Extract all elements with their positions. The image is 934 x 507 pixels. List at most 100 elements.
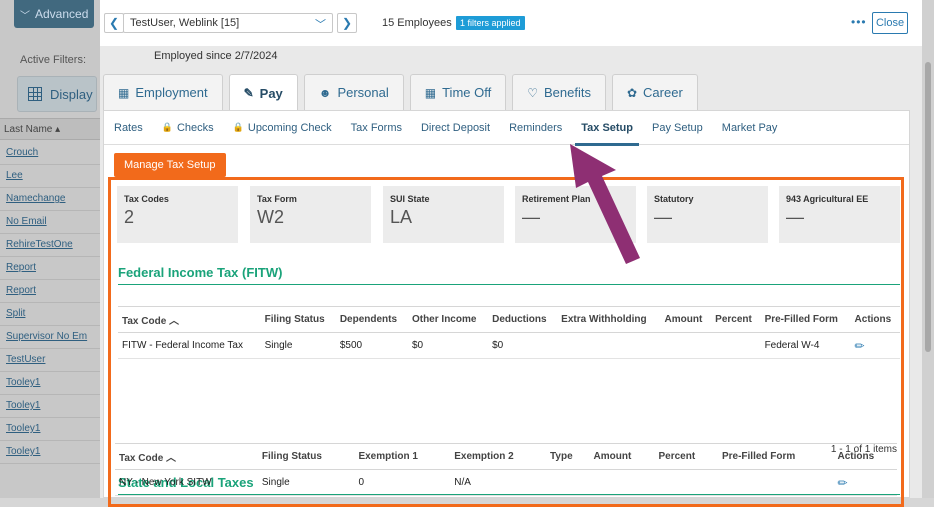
person-icon: ☻: [318, 85, 332, 100]
summary-card-sui-state: SUI State LA: [383, 186, 504, 243]
employee-detail-modal: ❮ TestUser, Weblink [15] ﹀ ❯ 15 Employee…: [100, 0, 922, 507]
col-percent: Percent: [711, 306, 761, 333]
fitw-table: Tax Code ︿ Filing Status Dependents Othe…: [118, 306, 900, 359]
subtab-label: Tax Forms: [350, 121, 402, 134]
employee-link[interactable]: TestUser: [0, 349, 100, 372]
tab-employment[interactable]: ▦ Employment: [103, 74, 223, 110]
employee-list: Crouch Lee Namechange No Email RehireTes…: [0, 142, 100, 464]
advanced-label: Advanced: [35, 7, 89, 21]
state-table: Tax Code ︿ Filing Status Exemption 1 Exe…: [115, 443, 897, 496]
manage-tax-setup-button[interactable]: Manage Tax Setup: [114, 153, 226, 177]
subtab-checks[interactable]: 🔒 Checks: [162, 111, 214, 145]
tab-label: Benefits: [543, 85, 591, 100]
employee-link[interactable]: Split: [0, 303, 100, 326]
tab-label: Pay: [259, 85, 283, 101]
federal-w4-link[interactable]: Federal W-4: [760, 332, 851, 359]
tab-label: Career: [643, 85, 683, 100]
cell-percent: [654, 469, 718, 496]
employee-count: 15 Employees: [382, 17, 452, 29]
pay-tab-content: Rates 🔒 Checks 🔒 Upcoming Check Tax Forms …: [103, 110, 910, 507]
col-tax-code[interactable]: Tax Code ︿: [118, 306, 261, 333]
subtab-direct-deposit[interactable]: Direct Deposit: [421, 111, 490, 145]
chevron-down-icon: ﹀: [315, 19, 326, 31]
col-percent: Percent: [654, 443, 718, 470]
employee-link[interactable]: Lee: [0, 165, 100, 188]
tab-benefits[interactable]: ♡ Benefits: [512, 74, 606, 110]
tab-pay[interactable]: ✎ Pay: [228, 74, 298, 111]
employee-link[interactable]: Tooley1: [0, 441, 100, 464]
employee-link[interactable]: Crouch: [0, 142, 100, 165]
lock-icon: 🔒: [161, 122, 173, 132]
subtab-tax-forms[interactable]: Tax Forms: [351, 111, 402, 145]
subtab-upcoming-check[interactable]: 🔒 Upcoming Check: [233, 111, 332, 145]
col-actions: Actions: [850, 306, 900, 333]
fitw-section-title: Federal Income Tax (FITW): [118, 265, 283, 280]
employee-link[interactable]: Supervisor No Em: [0, 326, 100, 349]
building-icon: ▦: [118, 85, 130, 100]
employed-since-text: Employed since 2/7/2024: [154, 50, 278, 62]
cell-filing-status: Single: [260, 332, 336, 359]
employee-link[interactable]: Report: [0, 257, 100, 280]
chevron-right-icon: ❯: [341, 16, 353, 30]
tab-career[interactable]: ✿ Career: [611, 74, 698, 110]
employee-link[interactable]: Tooley1: [0, 418, 100, 441]
col-actions: Actions: [833, 443, 897, 470]
subtab-label: Upcoming Check: [247, 121, 332, 134]
card-label: Tax Form: [257, 194, 297, 204]
heart-icon: ♡: [527, 85, 538, 100]
col-extra-withholding: Extra Withholding: [557, 306, 661, 333]
subtab-pay-setup[interactable]: Pay Setup: [652, 111, 703, 145]
fitw-divider: [118, 284, 900, 285]
main-tabs: ▦ Employment ✎ Pay ☻ Personal ▦ Time Off…: [103, 74, 704, 111]
advanced-button[interactable]: ﹀ Advanced: [14, 0, 94, 28]
employee-link[interactable]: Namechange: [0, 188, 100, 211]
summary-card-tax-form: Tax Form W2: [250, 186, 371, 243]
employee-link[interactable]: No Email: [0, 211, 100, 234]
summary-card-statutory: Statutory —: [647, 186, 768, 243]
card-label: Tax Codes: [124, 194, 169, 204]
employee-link[interactable]: Tooley1: [0, 372, 100, 395]
close-button[interactable]: Close: [872, 12, 908, 34]
scrollbar[interactable]: [922, 0, 934, 498]
last-name-column-header[interactable]: Last Name ▴: [0, 118, 100, 140]
col-pre-filled-form: Pre-Filled Form: [760, 306, 851, 333]
pay-sub-tabs: Rates 🔒 Checks 🔒 Upcoming Check Tax Forms …: [104, 111, 909, 146]
lock-icon: 🔒: [232, 122, 244, 132]
cell-amount: [589, 469, 655, 496]
table-row: FITW - Federal Income Tax Single $500 $0…: [118, 332, 900, 359]
card-label: 943 Agricultural EE: [786, 194, 869, 204]
next-employee-button[interactable]: ❯: [337, 13, 357, 33]
grid-icon: [28, 87, 42, 101]
employee-select[interactable]: TestUser, Weblink [15] ﹀: [123, 13, 333, 33]
subtab-market-pay[interactable]: Market Pay: [722, 111, 778, 145]
subtab-label: Checks: [176, 121, 214, 134]
previous-employee-button[interactable]: ❮: [104, 13, 124, 33]
display-button[interactable]: Display: [17, 76, 97, 112]
tab-personal[interactable]: ☻ Personal: [303, 74, 404, 110]
col-other-income: Other Income: [407, 306, 489, 333]
chevron-left-icon: ❮: [108, 16, 120, 30]
col-tax-code[interactable]: Tax Code ︿: [115, 443, 258, 470]
col-amount: Amount: [660, 306, 712, 333]
career-icon: ✿: [626, 85, 638, 100]
employee-link[interactable]: Tooley1: [0, 395, 100, 418]
edit-pencil-icon[interactable]: ✏: [855, 339, 865, 353]
subtab-reminders[interactable]: Reminders: [509, 111, 562, 145]
employee-link[interactable]: RehireTestOne: [0, 234, 100, 257]
tab-label: Time Off: [442, 85, 492, 100]
subtab-label: Tax Setup: [581, 121, 634, 134]
edit-pencil-icon[interactable]: ✏: [837, 476, 847, 490]
employee-link[interactable]: Report: [0, 280, 100, 303]
filters-applied-badge[interactable]: 1 filters applied: [456, 16, 525, 30]
tab-time-off[interactable]: ▦ Time Off: [409, 74, 507, 110]
modal-header: ❮ TestUser, Weblink [15] ﹀ ❯ 15 Employee…: [100, 0, 922, 46]
table-row: NY - New York SITW Single 0 N/A ✏: [115, 469, 897, 496]
cell-actions: ✏: [850, 332, 900, 359]
subtab-rates[interactable]: Rates: [114, 111, 143, 145]
scroll-thumb[interactable]: [925, 62, 931, 352]
more-options-icon[interactable]: •••: [851, 15, 867, 29]
col-filing-status: Filing Status: [260, 306, 336, 333]
active-filters-label: Active Filters:: [20, 54, 87, 66]
col-pre-filled-form: Pre-Filled Form: [717, 443, 834, 470]
card-value: 2: [124, 207, 135, 227]
